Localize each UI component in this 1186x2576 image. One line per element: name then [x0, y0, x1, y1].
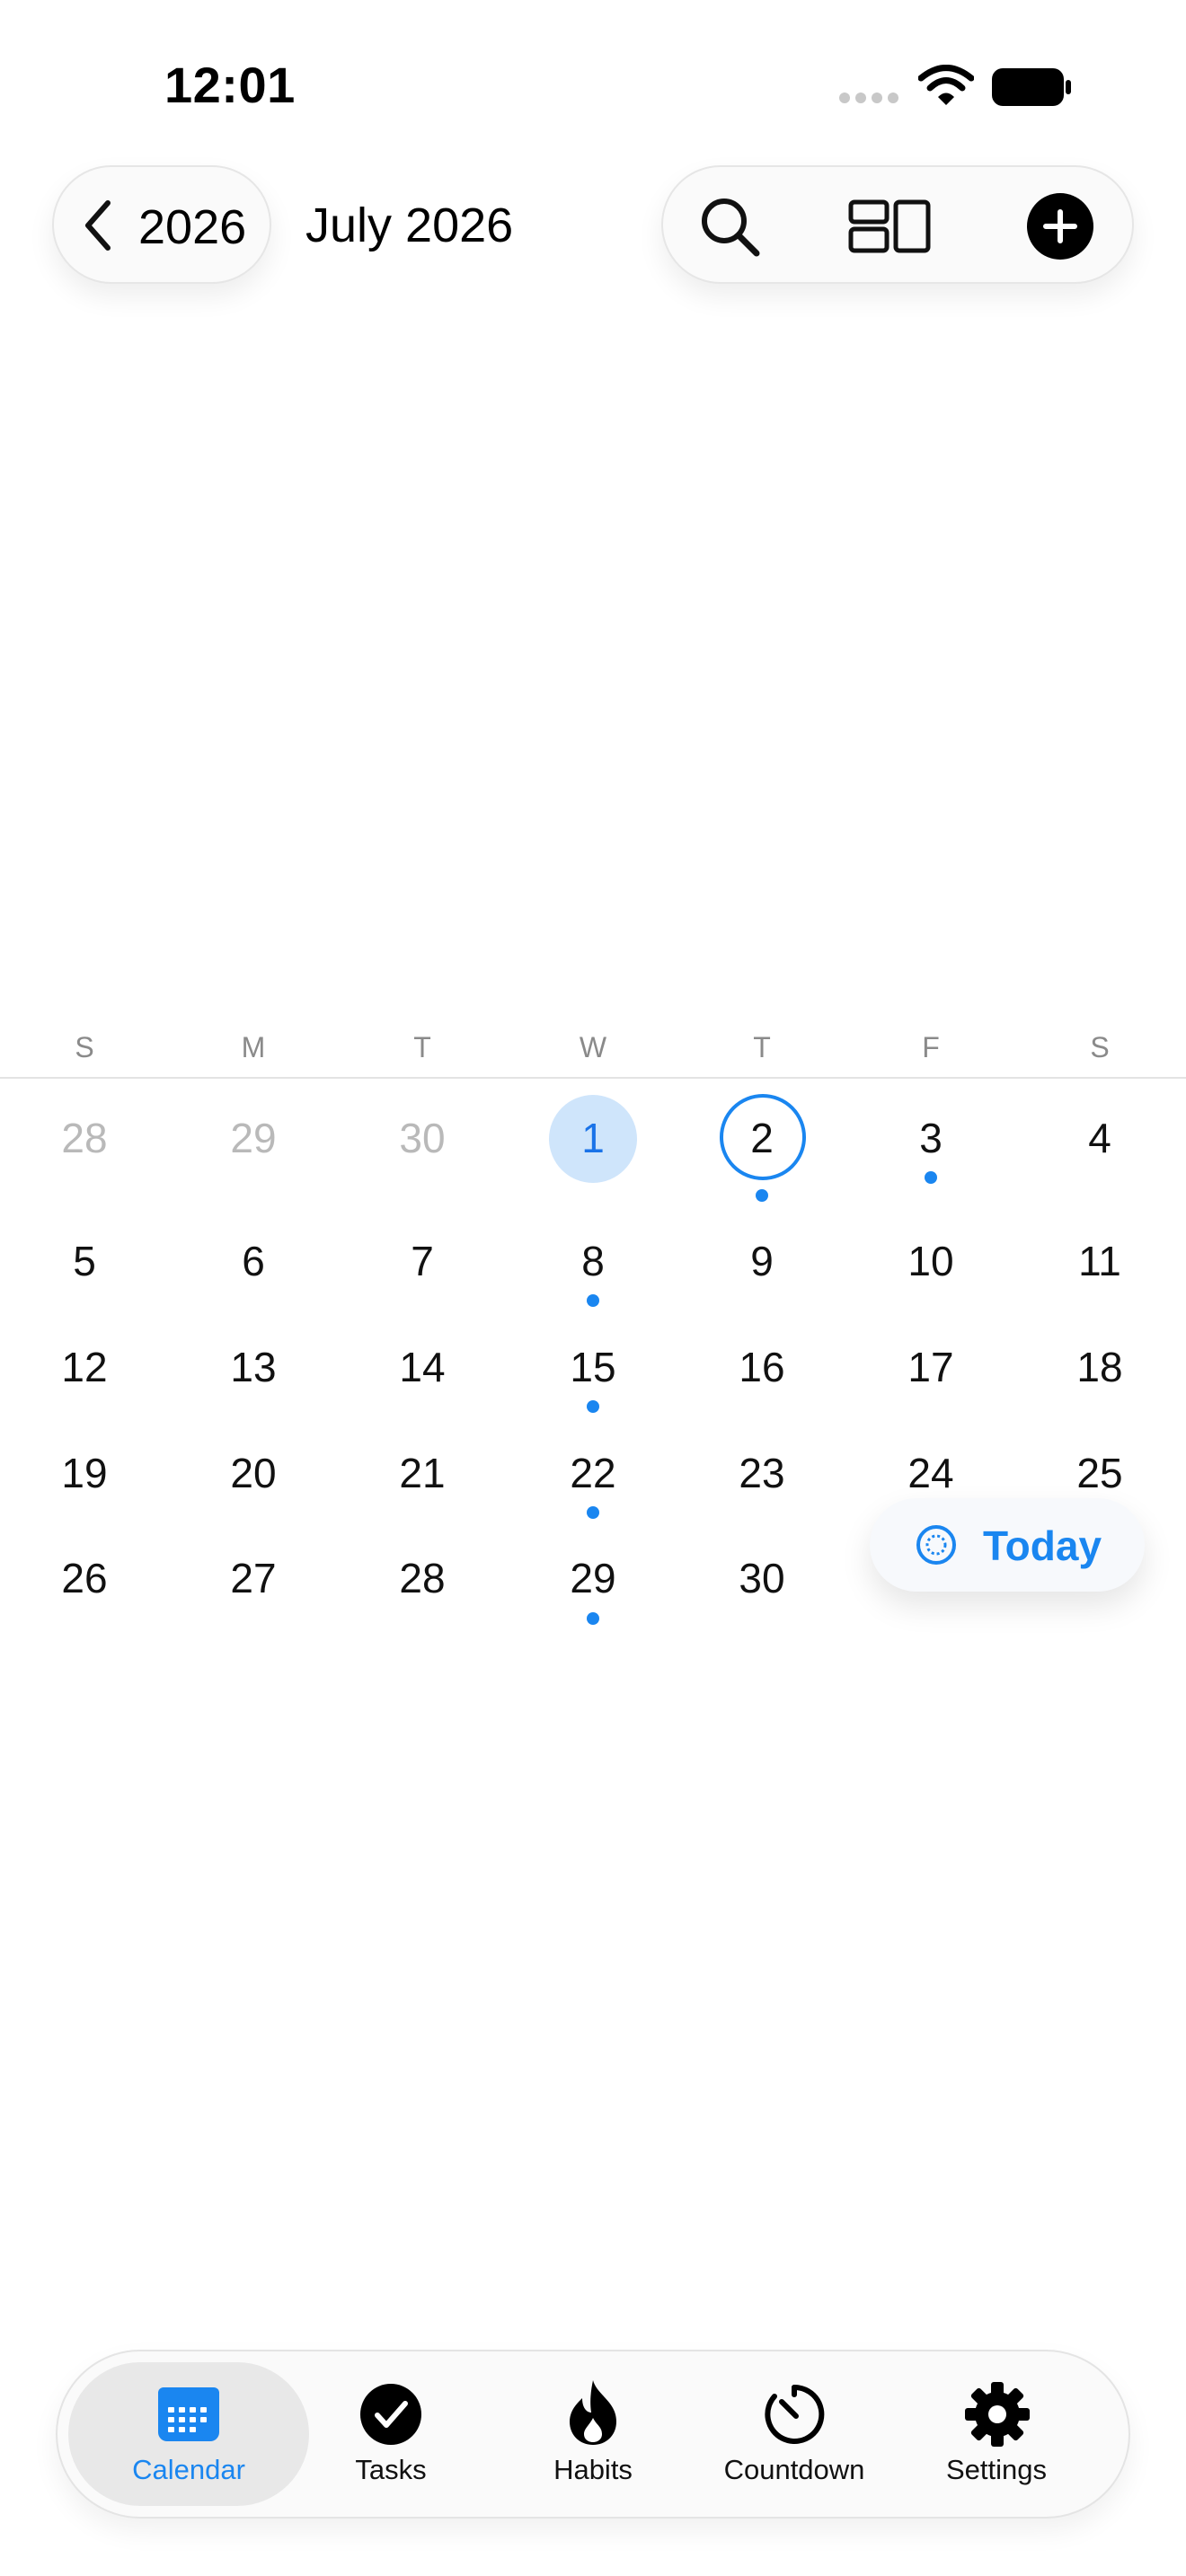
calendar-day[interactable]: 9 [708, 1237, 816, 1285]
calendar-day[interactable]: 30 [708, 1554, 816, 1602]
calendar-day[interactable]: 29 [199, 1114, 307, 1162]
tab-label: Settings [945, 2454, 1047, 2485]
tab-label: Habits [553, 2454, 633, 2485]
calendar-day[interactable]: 20 [199, 1449, 307, 1497]
calendar-day[interactable]: 26 [31, 1554, 138, 1602]
calendar-day[interactable]: 14 [368, 1343, 476, 1391]
calendar-day[interactable]: 15 [539, 1343, 647, 1391]
calendar-day[interactable]: 1 [539, 1114, 647, 1162]
calendar-day[interactable]: 12 [31, 1343, 138, 1391]
add-event-button[interactable] [1026, 192, 1094, 260]
weekday-label: S [1090, 1031, 1110, 1063]
calendar-day[interactable]: 18 [1046, 1343, 1154, 1391]
calendar-day[interactable]: 28 [31, 1114, 138, 1162]
event-dot [587, 1294, 599, 1307]
back-year-label: 2026 [138, 200, 247, 254]
page-title: July 2026 [305, 198, 514, 252]
status-time: 12:01 [164, 57, 296, 113]
calendar-day[interactable]: 13 [199, 1343, 307, 1391]
weekday-label: T [413, 1031, 431, 1063]
toolbar-actions [661, 165, 1134, 284]
calendar-day[interactable]: 23 [708, 1449, 816, 1497]
tab-label: Tasks [355, 2454, 427, 2485]
calendar-day[interactable]: 29 [539, 1554, 647, 1602]
timer-icon [765, 2384, 825, 2444]
checkmark-circle-icon [360, 2384, 421, 2445]
calendar-icon [158, 2387, 219, 2441]
chevron-left-icon [85, 200, 111, 251]
calendar-day[interactable]: 4 [1046, 1114, 1154, 1162]
weekday-divider [0, 1077, 1186, 1079]
battery-icon [992, 68, 1071, 106]
event-dot [587, 1506, 599, 1519]
calendar-day[interactable]: 25 [1046, 1449, 1154, 1497]
calendar-day[interactable]: 7 [368, 1237, 476, 1285]
calendar-day[interactable]: 6 [199, 1237, 307, 1285]
calendar-day[interactable]: 30 [368, 1114, 476, 1162]
wifi-icon [918, 65, 974, 105]
weekday-label: T [753, 1031, 771, 1063]
calendar-day[interactable]: 8 [539, 1237, 647, 1285]
today-button[interactable]: Today [870, 1498, 1145, 1592]
back-to-year-button[interactable]: 2026 [52, 165, 271, 284]
flame-icon [570, 2380, 616, 2445]
today-button-label: Today [983, 1522, 1102, 1569]
calendar-day[interactable]: 2 [708, 1114, 816, 1162]
calendar-day[interactable]: 24 [877, 1449, 985, 1497]
weekday-label: F [922, 1031, 940, 1063]
calendar-day[interactable]: 21 [368, 1449, 476, 1497]
calendar-day[interactable]: 3 [877, 1114, 985, 1162]
tab-label: Calendar [132, 2454, 245, 2485]
calendar-day[interactable]: 22 [539, 1449, 647, 1497]
gear-icon [965, 2382, 1030, 2447]
calendar-day[interactable]: 17 [877, 1343, 985, 1391]
calendar-day[interactable]: 5 [31, 1237, 138, 1285]
event-dot [587, 1400, 599, 1413]
today-target-icon [916, 1525, 956, 1565]
search-icon[interactable] [697, 194, 764, 260]
calendar-day[interactable]: 19 [31, 1449, 138, 1497]
calendar-day[interactable]: 11 [1046, 1237, 1154, 1285]
weekday-label: M [241, 1031, 266, 1063]
cellular-signal-icon [839, 93, 900, 105]
event-dot [756, 1189, 768, 1202]
calendar-day[interactable]: 10 [877, 1237, 985, 1285]
event-dot [925, 1171, 937, 1184]
calendar-day[interactable]: 28 [368, 1554, 476, 1602]
weekday-label: W [579, 1031, 607, 1063]
tab-label: Countdown [723, 2454, 865, 2485]
calendar-day[interactable]: 27 [199, 1554, 307, 1602]
calendar-day[interactable]: 16 [708, 1343, 816, 1391]
event-dot [587, 1612, 599, 1625]
view-layout-icon[interactable] [848, 199, 931, 253]
weekday-label: S [75, 1031, 94, 1063]
